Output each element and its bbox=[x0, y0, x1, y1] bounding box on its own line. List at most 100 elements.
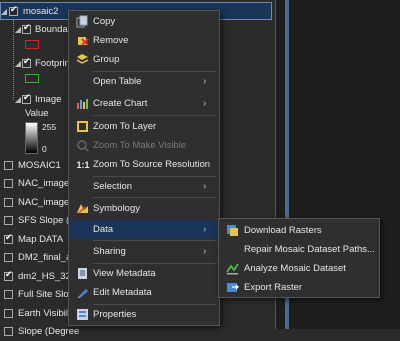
layer-name: Footprin bbox=[35, 57, 70, 69]
collapse-icon[interactable]: ◢ bbox=[0, 7, 8, 16]
menu-item-label: Open Table bbox=[93, 76, 142, 87]
menu-item-properties[interactable]: Properties bbox=[69, 305, 219, 324]
menu-item-label: Selection bbox=[93, 181, 133, 192]
layer-checkbox[interactable] bbox=[4, 160, 13, 170]
submenu-item-label: Download Rasters bbox=[244, 225, 322, 236]
zoom-visible-icon bbox=[75, 139, 89, 153]
menu-separator bbox=[93, 240, 217, 241]
collapse-icon[interactable]: ◢ bbox=[14, 59, 22, 68]
menu-item-label: Remove bbox=[93, 35, 129, 46]
collapse-icon[interactable]: ◢ bbox=[14, 25, 22, 34]
stretch-ramp bbox=[25, 122, 38, 154]
menu-item-label: Group bbox=[93, 54, 120, 65]
menu-item-zoom-to-layer[interactable]: Zoom To Layer bbox=[69, 117, 219, 136]
menu-item-label: Properties bbox=[93, 309, 137, 320]
layer-checkbox[interactable] bbox=[4, 232, 13, 244]
download-rasters-icon bbox=[225, 224, 239, 238]
layer-checkbox[interactable] bbox=[4, 253, 13, 262]
menu-item-zoom-to-source-resolution[interactable]: 1:1 Zoom To Source Resolution bbox=[69, 155, 219, 174]
layer-name: Map DATA bbox=[18, 233, 64, 245]
view-metadata-icon bbox=[75, 267, 89, 281]
layer-row[interactable]: NAC_images bbox=[4, 193, 74, 211]
sublayer-image[interactable]: ◢ Image bbox=[14, 90, 61, 108]
layer-row[interactable]: Map DATA bbox=[4, 230, 63, 248]
export-raster-icon bbox=[225, 281, 239, 295]
layer-name: NAC_images bbox=[18, 196, 74, 208]
chevron-right-icon: › bbox=[203, 224, 207, 235]
menu-item-sharing[interactable]: Sharing › bbox=[69, 242, 219, 261]
layer-name: Image bbox=[35, 93, 62, 105]
menu-item-zoom-to-make-visible: Zoom To Make Visible bbox=[69, 136, 219, 155]
menu-item-label: Symbology bbox=[93, 203, 140, 214]
sublayer-boundary[interactable]: ◢ Boundar bbox=[14, 20, 71, 38]
symbology-icon bbox=[75, 202, 89, 216]
menu-item-label: Data bbox=[93, 224, 114, 235]
one-to-one-icon: 1:1 bbox=[76, 159, 90, 170]
chevron-right-icon: › bbox=[203, 76, 207, 87]
layer-name: Slope (Degree bbox=[18, 326, 80, 337]
submenu-item-label: Analyze Mosaic Dataset bbox=[244, 263, 346, 274]
layer-checkbox[interactable] bbox=[4, 308, 13, 318]
analyze-icon bbox=[225, 262, 239, 276]
properties-icon bbox=[75, 308, 89, 322]
data-submenu: Download Rasters Repair Mosaic Dataset P… bbox=[218, 218, 380, 298]
menu-item-label: Zoom To Source Resolution bbox=[93, 159, 211, 170]
menu-item-copy[interactable]: Copy bbox=[69, 12, 219, 31]
layer-name: NAC_images bbox=[18, 178, 74, 189]
footprint-swatch bbox=[25, 74, 39, 83]
menu-item-view-metadata[interactable]: View Metadata bbox=[69, 264, 219, 283]
chart-icon bbox=[75, 97, 89, 111]
menu-item-label: Create Chart bbox=[93, 98, 148, 109]
group-icon bbox=[75, 53, 89, 67]
menu-item-label: Sharing bbox=[93, 246, 126, 257]
value-legend-title: Value bbox=[25, 108, 49, 119]
layer-row[interactable]: Earth Visibility bbox=[4, 304, 78, 322]
layer-row[interactable]: MOSAIC1 bbox=[4, 156, 61, 174]
submenu-item-repair-paths[interactable]: Repair Mosaic Dataset Paths... bbox=[219, 240, 379, 259]
layer-checkbox[interactable] bbox=[4, 216, 13, 225]
layer-name: Full Site Slop bbox=[18, 289, 74, 300]
menu-item-edit-metadata[interactable]: Edit Metadata bbox=[69, 283, 219, 302]
sublayer-footprint[interactable]: ◢ Footprin bbox=[14, 54, 70, 72]
menu-item-selection[interactable]: Selection › bbox=[69, 177, 219, 196]
menu-separator bbox=[93, 197, 217, 198]
layer-checkbox[interactable] bbox=[4, 269, 13, 281]
zoom-layer-icon bbox=[75, 120, 89, 134]
layer-row[interactable]: Full Site Slop bbox=[4, 286, 74, 304]
menu-item-label: Edit Metadata bbox=[93, 287, 152, 298]
layer-name: MOSAIC1 bbox=[18, 159, 61, 171]
boundary-swatch bbox=[25, 40, 39, 49]
menu-item-label: Zoom To Make Visible bbox=[93, 140, 187, 151]
layer-name: Boundar bbox=[35, 23, 71, 35]
chevron-right-icon: › bbox=[203, 98, 207, 109]
chevron-right-icon: › bbox=[203, 181, 207, 192]
menu-item-label: Zoom To Layer bbox=[93, 121, 157, 132]
menu-item-symbology[interactable]: Symbology bbox=[69, 199, 219, 218]
layer-checkbox[interactable] bbox=[4, 290, 13, 299]
collapse-icon[interactable]: ◢ bbox=[14, 95, 22, 104]
chevron-right-icon: › bbox=[203, 246, 207, 257]
value-min: 0 bbox=[42, 144, 47, 154]
layer-checkbox[interactable] bbox=[4, 179, 13, 188]
layer-checkbox[interactable] bbox=[22, 92, 31, 104]
menu-item-open-table[interactable]: Open Table › bbox=[69, 72, 219, 91]
menu-item-label: Copy bbox=[93, 16, 116, 27]
menu-item-group[interactable]: Group bbox=[69, 50, 219, 69]
layer-row[interactable]: NAC_images bbox=[4, 175, 74, 193]
remove-icon bbox=[75, 34, 89, 48]
menu-item-remove[interactable]: Remove bbox=[69, 31, 219, 50]
menu-item-create-chart[interactable]: Create Chart › bbox=[69, 94, 219, 113]
submenu-item-export-raster[interactable]: Export Raster bbox=[219, 278, 379, 297]
submenu-item-download-rasters[interactable]: Download Rasters bbox=[219, 221, 379, 240]
menu-item-data[interactable]: Data › bbox=[69, 220, 219, 239]
layer-checkbox[interactable] bbox=[9, 4, 18, 16]
submenu-item-analyze[interactable]: Analyze Mosaic Dataset bbox=[219, 259, 379, 278]
context-menu: Copy Remove Group Open Table › Create Ch… bbox=[68, 10, 220, 326]
layer-checkbox[interactable] bbox=[4, 327, 13, 336]
layer-checkbox[interactable] bbox=[22, 22, 31, 34]
menu-item-label: View Metadata bbox=[93, 268, 156, 279]
layer-checkbox[interactable] bbox=[22, 56, 31, 68]
layer-checkbox[interactable] bbox=[4, 197, 13, 207]
value-max: 255 bbox=[42, 122, 57, 132]
layer-row[interactable]: DM2_final_ad bbox=[4, 249, 77, 267]
